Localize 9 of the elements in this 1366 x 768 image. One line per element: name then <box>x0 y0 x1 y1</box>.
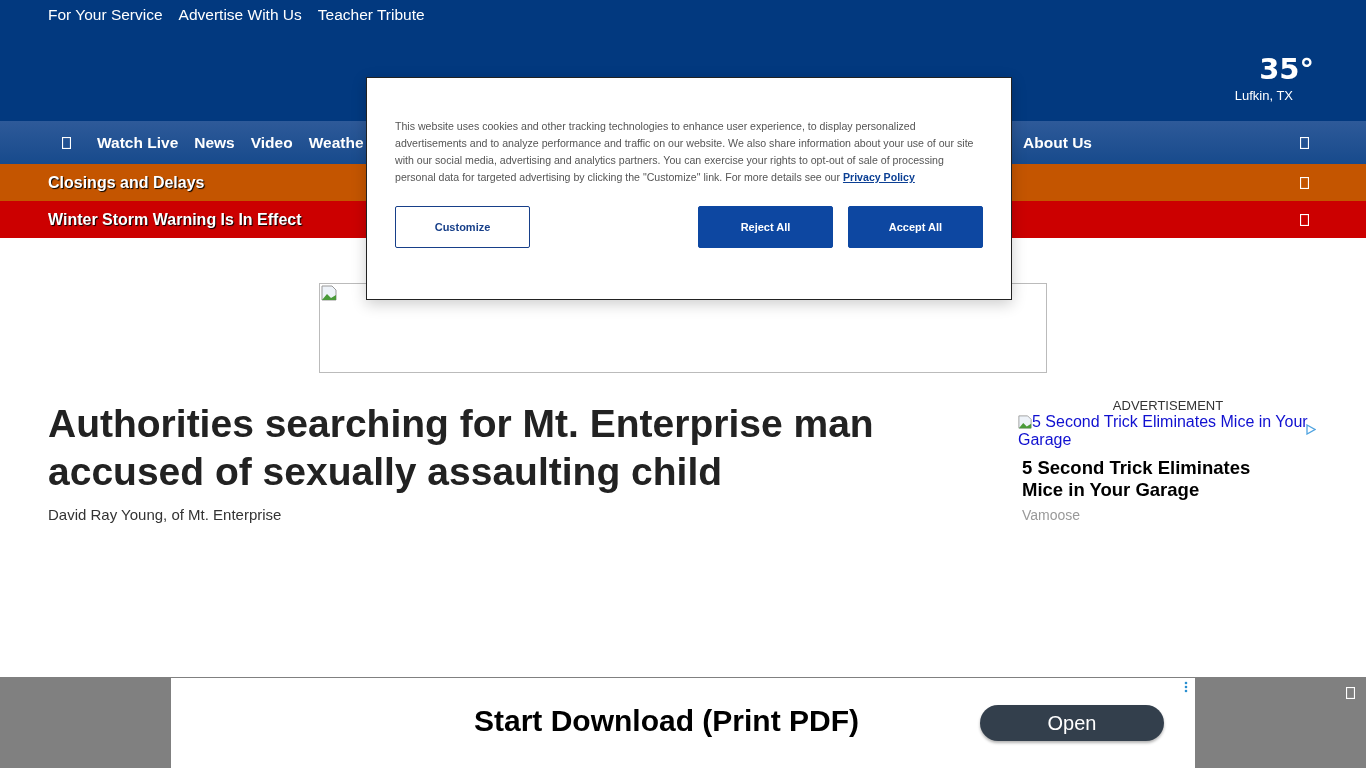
ad-source: Vamoose <box>1022 507 1082 523</box>
alert-text: Winter Storm Warning Is In Effect <box>48 210 302 229</box>
advertisement-label: ADVERTISEMENT <box>1112 398 1224 413</box>
cookie-notice: This website uses cookies and other tracking technologies to enhance user experience, to display personalized advertisements and to analyze performance and traffic on our website. We also share information about your use of our site with our social media, advertising and analytics partners. You can exercise your rights to opt-out of sale of processing personal data for targeted advertising by clicking the "Customize" link. For more details see our Privacy Policy <box>395 119 975 185</box>
article-headline: Authorities searching for Mt. Enterprise man accused of sexually assaulting child <box>48 401 875 495</box>
image-alt-text: David Ray Young, of Mt. Enterprise <box>48 506 282 523</box>
temperature: 35° <box>1259 52 1314 86</box>
alert-text: Closings and Delays <box>48 173 205 192</box>
location: Lufkin, TX <box>1234 88 1293 103</box>
